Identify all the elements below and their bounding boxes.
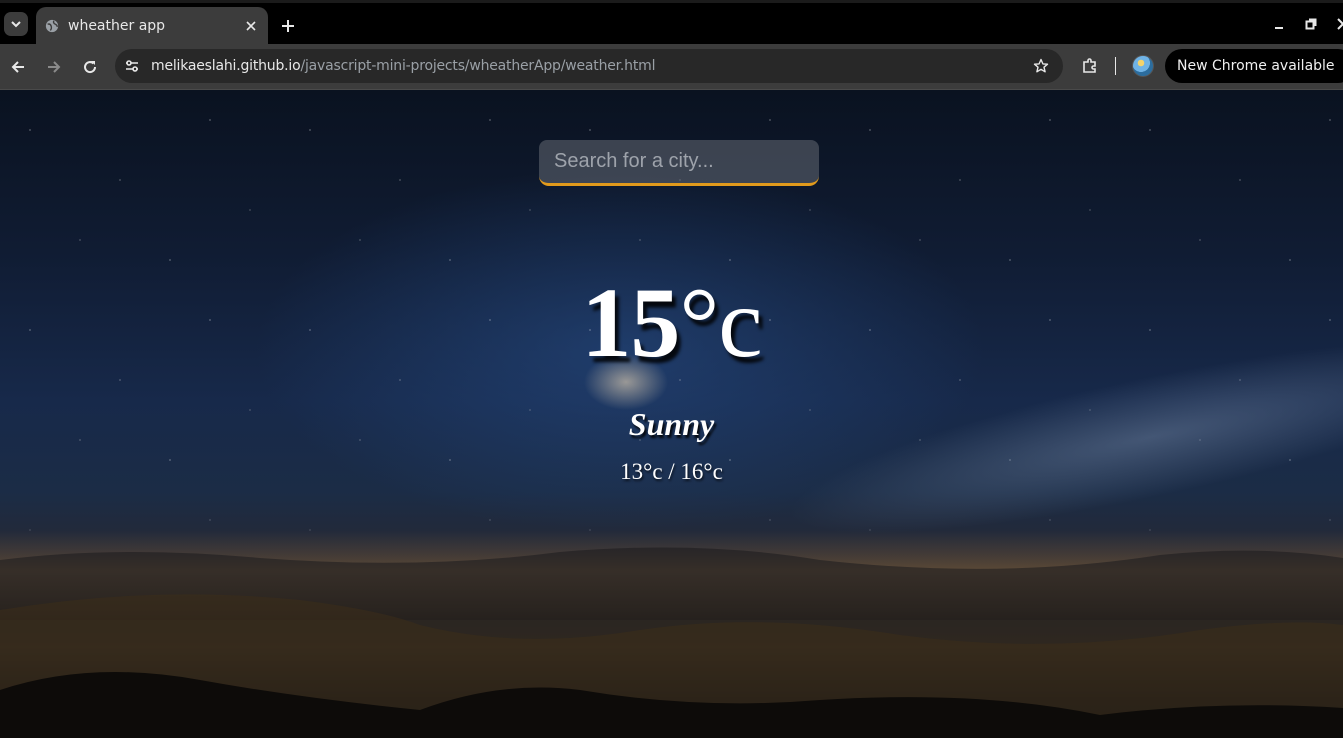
- tab-strip: wheather app: [0, 0, 1343, 45]
- restore-icon: [1305, 18, 1317, 30]
- address-bar[interactable]: melikaeslahi.github.io/javascript-mini-p…: [115, 49, 1063, 83]
- globe-icon: [45, 19, 59, 33]
- minimize-icon: [1275, 27, 1283, 29]
- profile-avatar[interactable]: [1132, 55, 1154, 77]
- tab-search-button[interactable]: [4, 12, 28, 36]
- bookmark-button[interactable]: [1031, 56, 1051, 76]
- forward-arrow-icon: [48, 61, 61, 73]
- update-chrome-button[interactable]: New Chrome available ⋮: [1165, 49, 1343, 83]
- url-text: melikaeslahi.github.io/javascript-mini-p…: [151, 58, 655, 74]
- site-info-button[interactable]: [119, 53, 145, 79]
- plus-icon: [282, 20, 294, 32]
- back-arrow-icon: [11, 61, 24, 73]
- minimize-button[interactable]: [1270, 15, 1288, 33]
- hills-silhouette: [0, 547, 1343, 738]
- new-tab-button[interactable]: [276, 14, 300, 38]
- weather-condition: Sunny: [628, 406, 715, 442]
- forward-button[interactable]: [40, 53, 68, 81]
- url-path: /javascript-mini-projects/wheatherApp/we…: [300, 58, 656, 74]
- city-search-input[interactable]: [539, 140, 819, 186]
- current-temperature: 15°c: [0, 268, 1343, 378]
- puzzle-icon: [1083, 58, 1096, 73]
- tab-close-button[interactable]: [240, 15, 262, 37]
- back-button[interactable]: [4, 53, 32, 81]
- browser-tab[interactable]: wheather app: [36, 7, 268, 45]
- extensions-button[interactable]: [1077, 53, 1103, 79]
- star-icon: [1033, 58, 1049, 73]
- reload-button[interactable]: [76, 53, 104, 81]
- tab-title: wheather app: [68, 18, 166, 34]
- chevron-down-icon: [11, 21, 21, 28]
- reload-icon: [84, 61, 97, 74]
- restore-button[interactable]: [1302, 15, 1320, 33]
- update-chrome-label: New Chrome available: [1177, 58, 1335, 74]
- tune-icon: [126, 60, 138, 72]
- close-window-button[interactable]: [1334, 15, 1343, 33]
- browser-toolbar: melikaeslahi.github.io/javascript-mini-p…: [0, 44, 1343, 90]
- temperature-unit: °c: [679, 267, 762, 378]
- toolbar-divider: [1115, 57, 1116, 75]
- temperature-value: 15: [581, 267, 680, 378]
- close-icon: [246, 21, 256, 31]
- url-host: melikaeslahi.github.io: [151, 58, 301, 74]
- temperature-range: 13°c / 16°c: [620, 459, 723, 484]
- page-background: 15°c Sunny 13°c / 16°c: [0, 90, 1343, 738]
- close-icon: [1337, 18, 1343, 30]
